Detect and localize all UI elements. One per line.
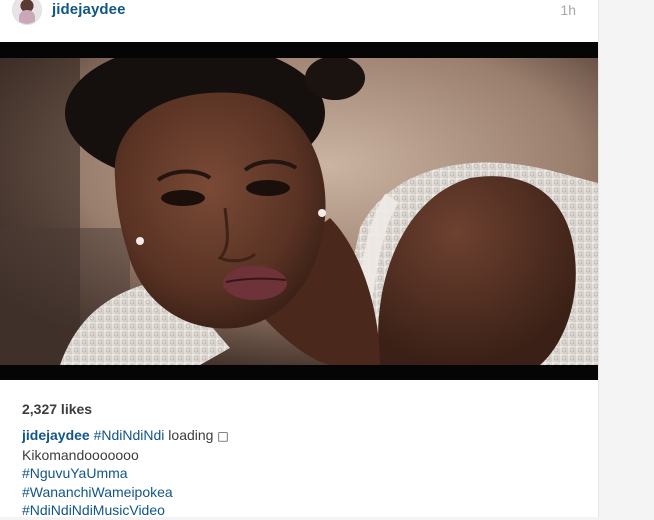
video-still-image: [0, 58, 598, 365]
user-avatar[interactable]: [13, 0, 41, 24]
likes-count[interactable]: 2,327 likes: [22, 401, 92, 417]
video-frame: [0, 58, 598, 365]
caption-line: Kikomandooooooo: [22, 446, 139, 463]
hashtag-link[interactable]: #WananchiWameipokea: [22, 483, 229, 502]
post-timestamp[interactable]: 1h: [560, 2, 576, 18]
post-caption: jidejaydee #NdiNdiNdi loading □ Kikomand…: [22, 426, 229, 520]
hashtag-link[interactable]: #NguvuYaUmma: [22, 464, 229, 483]
caption-text: loading: [164, 427, 218, 443]
instagram-post: jidejaydee 1h 2,327 likes jidejaydee #Nd…: [0, 0, 599, 520]
hashtag-link[interactable]: #NdiNdiNdi: [94, 427, 165, 443]
missing-emoji-icon: □: [217, 429, 229, 443]
post-header: jidejaydee 1h: [0, 0, 598, 42]
caption-username-link[interactable]: jidejaydee: [22, 427, 90, 443]
username-link[interactable]: jidejaydee: [52, 1, 126, 18]
caption-first-line: jidejaydee #NdiNdiNdi loading □: [22, 426, 229, 446]
post-footer: 2,327 likes jidejaydee #NdiNdiNdi loadin…: [0, 380, 598, 520]
post-media[interactable]: [0, 42, 598, 380]
